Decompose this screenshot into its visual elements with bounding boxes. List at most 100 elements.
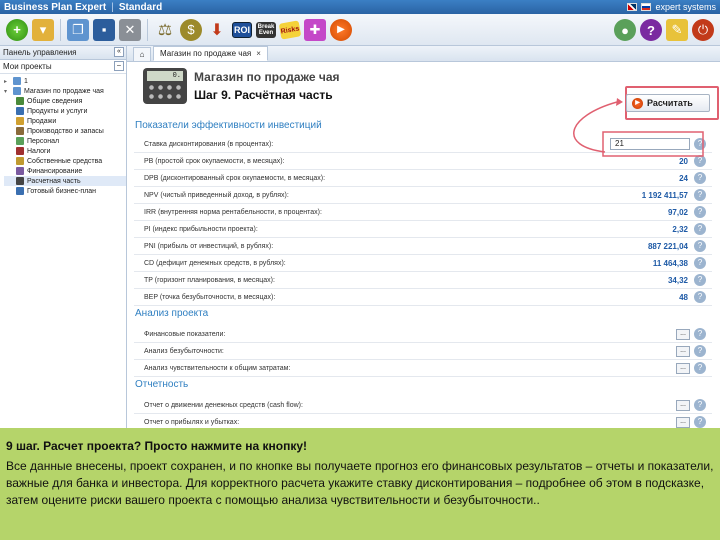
uk-flag-icon[interactable] bbox=[627, 3, 638, 11]
tree-item-label: Общие сведения bbox=[27, 97, 83, 105]
metric-label: Ставка дисконтирования (в процентах): bbox=[144, 140, 274, 148]
metric-value: 97,02 bbox=[667, 207, 688, 217]
copy-button[interactable]: ❐ bbox=[67, 18, 89, 41]
tree-item[interactable]: Налоги bbox=[4, 146, 126, 156]
info-icon[interactable]: ? bbox=[694, 274, 706, 286]
tree-item[interactable]: Финансирование bbox=[4, 166, 126, 176]
metric-value: 2,32 bbox=[672, 224, 688, 234]
tree-item[interactable]: Общие сведения bbox=[4, 96, 126, 106]
break-even-button[interactable]: Break Even bbox=[256, 21, 276, 38]
info-icon[interactable]: ? bbox=[694, 189, 706, 201]
collapse-panel-icon[interactable]: « bbox=[114, 47, 124, 57]
products-icon bbox=[16, 107, 24, 115]
metric-label: PI (индекс прибыльности проекта): bbox=[144, 225, 258, 233]
open-report-button[interactable]: ... bbox=[676, 362, 690, 374]
brand-logo: expert systems bbox=[655, 2, 716, 12]
tree-item-label: Собственные средства bbox=[27, 157, 103, 165]
roi-button[interactable]: ROI bbox=[232, 21, 252, 38]
projects-title: Мои проекты bbox=[3, 62, 52, 71]
project-icon bbox=[13, 77, 21, 85]
metric-row: PNI (прибыль от инвестиций, в рублях): 8… bbox=[134, 238, 712, 255]
metric-value: 11 464,38 bbox=[652, 258, 688, 268]
calculator-screen: 0. bbox=[147, 71, 183, 81]
info-icon[interactable]: ? bbox=[694, 399, 706, 411]
info-icon[interactable]: ? bbox=[694, 416, 706, 428]
close-tab-icon[interactable]: × bbox=[256, 49, 261, 58]
info-icon[interactable]: ? bbox=[694, 362, 706, 374]
open-report-button[interactable]: ... bbox=[676, 399, 690, 411]
project-name: Магазин по продаже чая bbox=[194, 70, 340, 84]
save-button[interactable]: ▪ bbox=[93, 18, 115, 41]
scale-icon[interactable]: ⚖ bbox=[154, 19, 176, 41]
open-report-button[interactable]: ... bbox=[676, 328, 690, 340]
report-label: Отчет о движении денежных средств (cash … bbox=[144, 401, 303, 409]
tree-item[interactable]: Производство и запасы bbox=[4, 126, 126, 136]
users-icon[interactable]: ● bbox=[614, 19, 636, 41]
info-icon[interactable]: ? bbox=[694, 257, 706, 269]
project-icon bbox=[13, 87, 21, 95]
new-project-button[interactable]: + bbox=[6, 18, 28, 41]
tree-item[interactable]: Продукты и услуги bbox=[4, 106, 126, 116]
metric-value: 887 221,04 bbox=[647, 241, 688, 251]
analysis-row: Финансовые показатели: ... ? bbox=[134, 326, 712, 343]
calculator-icon: 0. bbox=[143, 68, 187, 104]
analysis-label: Анализ чувствительности к общим затратам… bbox=[144, 364, 291, 372]
help-icon[interactable]: ? bbox=[640, 19, 662, 41]
tab-project[interactable]: Магазин по продаже чая × bbox=[153, 46, 268, 61]
tree-item[interactable]: ▾ Магазин по продаже чая bbox=[4, 86, 126, 96]
tab-bar: ⌂ Магазин по продаже чая × bbox=[127, 46, 720, 62]
tree-item[interactable]: Готовый бизнес-план bbox=[4, 186, 126, 196]
tab-label: Магазин по продаже чая bbox=[160, 49, 252, 58]
expand-icon[interactable]: ▸ bbox=[4, 78, 10, 85]
edition-label: Standard bbox=[118, 1, 163, 13]
export-arrow-icon[interactable]: ⬇ bbox=[206, 19, 228, 41]
projects-header: Мои проекты – bbox=[0, 60, 126, 74]
tree-item-selected[interactable]: Расчетная часть bbox=[4, 176, 126, 186]
metric-label: DPB (дисконтированный срок окупаемости, … bbox=[144, 174, 326, 182]
run-calculation-button[interactable]: ▶ bbox=[330, 18, 352, 41]
info-icon[interactable]: ? bbox=[694, 155, 706, 167]
edit-icon[interactable]: ✎ bbox=[666, 19, 688, 41]
metric-label: TP (горизонт планирования, в месяцах): bbox=[144, 276, 275, 284]
report-row: Отчет о движении денежных средств (cash … bbox=[134, 397, 712, 414]
exit-icon[interactable]: ⏻ bbox=[692, 19, 714, 41]
info-icon[interactable]: ? bbox=[694, 172, 706, 184]
taxes-icon bbox=[16, 147, 24, 155]
tree-item-label: Расчетная часть bbox=[27, 177, 81, 185]
delete-button[interactable]: ✕ bbox=[119, 18, 141, 41]
info-icon[interactable]: ? bbox=[694, 240, 706, 252]
app-name: Business Plan Expert bbox=[4, 1, 107, 13]
info-icon[interactable]: ? bbox=[694, 291, 706, 303]
efficiency-section-title: Показатели эффективности инвестиций bbox=[135, 120, 322, 131]
info-icon[interactable]: ? bbox=[694, 206, 706, 218]
open-report-button[interactable]: ... bbox=[676, 416, 690, 428]
metric-label: NPV (чистый приведенный доход, в рублях)… bbox=[144, 191, 289, 199]
title-right: expert systems bbox=[627, 0, 716, 14]
note-heading: 9 шаг. Расчет проекта? Просто нажмите на… bbox=[6, 439, 308, 453]
metric-row: PI (индекс прибыльности проекта): 2,32 ? bbox=[134, 221, 712, 238]
metric-value: 1 192 411,57 bbox=[641, 190, 688, 200]
open-project-button[interactable]: ▾ bbox=[32, 18, 54, 41]
collapse-icon[interactable]: ▾ bbox=[4, 88, 10, 95]
info-icon[interactable]: ? bbox=[694, 345, 706, 357]
info-icon[interactable]: ? bbox=[694, 328, 706, 340]
info-icon[interactable]: ? bbox=[694, 138, 706, 150]
ru-flag-icon[interactable] bbox=[641, 3, 652, 11]
collapse-projects-icon[interactable]: – bbox=[114, 61, 124, 71]
metric-label: CD (дефицит денежных средств, в рублях): bbox=[144, 259, 286, 267]
home-tab-icon[interactable]: ⌂ bbox=[133, 47, 151, 61]
info-icon[interactable]: ? bbox=[694, 223, 706, 235]
money-bag-icon[interactable]: $ bbox=[180, 18, 202, 41]
calculate-button[interactable]: ▶ Расчитать bbox=[626, 94, 710, 112]
open-report-button[interactable]: ... bbox=[676, 345, 690, 357]
risks-button[interactable]: Risks bbox=[278, 19, 302, 40]
tree-item[interactable]: ▸ 1 bbox=[4, 76, 126, 86]
toolbar-divider bbox=[147, 18, 148, 41]
puzzle-icon[interactable]: ✚ bbox=[304, 18, 326, 41]
tree-item[interactable]: Собственные средства bbox=[4, 156, 126, 166]
metric-label: IRR (внутренняя норма рентабельности, в … bbox=[144, 208, 322, 216]
discount-rate-input[interactable]: 21 bbox=[610, 138, 690, 150]
tree-item[interactable]: Продажи bbox=[4, 116, 126, 126]
metric-row: IRR (внутренняя норма рентабельности, в … bbox=[134, 204, 712, 221]
tree-item[interactable]: Персонал bbox=[4, 136, 126, 146]
